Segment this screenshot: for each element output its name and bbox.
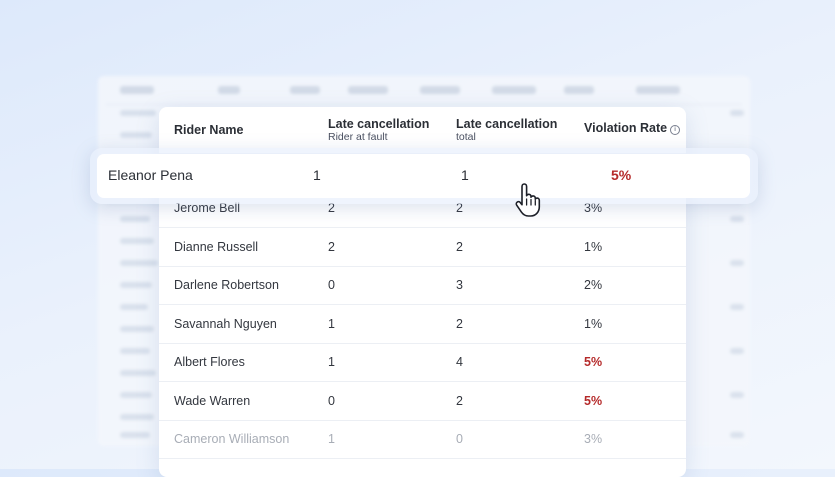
- bg-header-placeholder: [492, 86, 536, 94]
- header-violation-rate-label: Violation Rate: [584, 121, 668, 135]
- table-row[interactable]: Albert Flores 1 4 5%: [159, 343, 686, 382]
- header-violation-rate[interactable]: Violation Rate i: [584, 121, 681, 135]
- bg-header-placeholder: [420, 86, 460, 94]
- bg-cell-placeholder: [120, 132, 152, 138]
- late-total-cell: 3: [456, 278, 463, 292]
- header-late-fault-sub: Rider at fault: [328, 131, 388, 143]
- table-header: Rider Name Late cancellation Rider at fa…: [159, 107, 686, 154]
- bg-cell-placeholder: [120, 216, 150, 222]
- late-fault-cell: 1: [328, 355, 335, 369]
- bg-cell-placeholder: [120, 260, 158, 266]
- rider-name-cell: Savannah Nguyen: [174, 317, 277, 331]
- bg-cell-placeholder: [120, 304, 148, 310]
- late-fault-cell: 0: [328, 394, 335, 408]
- violation-rate-cell: 2%: [584, 278, 603, 292]
- hand-pointer-icon: [515, 183, 541, 217]
- late-total-cell: 1: [461, 167, 469, 183]
- rider-name-cell: Dianne Russell: [174, 240, 259, 254]
- late-total-cell: 2: [456, 317, 463, 331]
- highlighted-table-row[interactable]: Eleanor Pena 1 1 5%: [97, 154, 750, 198]
- header-late-total-sub: total: [456, 131, 476, 143]
- violation-rate-cell: 5%: [584, 394, 603, 408]
- rider-name-cell: Wade Warren: [174, 394, 251, 408]
- late-total-cell: 2: [456, 394, 463, 408]
- late-fault-cell: 1: [328, 432, 335, 446]
- bg-cell-placeholder: [120, 432, 150, 438]
- rider-name-cell: Cameron Williamson: [174, 432, 290, 446]
- table-row[interactable]: Wade Warren 0 2 5%: [159, 382, 686, 421]
- header-late-fault-title: Late cancellation: [328, 117, 430, 131]
- bg-cell-placeholder: [120, 110, 156, 116]
- header-late-total-title: Late cancellation: [456, 117, 558, 131]
- bg-cell-placeholder: [730, 432, 744, 438]
- violation-rate-cell: 3%: [584, 432, 603, 446]
- table-row[interactable]: Dianne Russell 2 2 1%: [159, 228, 686, 267]
- bg-cell-placeholder: [120, 392, 152, 398]
- bg-cell-placeholder: [120, 238, 154, 244]
- late-fault-cell: 1: [328, 317, 335, 331]
- bg-cell-placeholder: [730, 348, 744, 354]
- late-total-cell: 4: [456, 355, 463, 369]
- late-fault-cell: 1: [313, 167, 321, 183]
- late-total-cell: 2: [456, 240, 463, 254]
- bg-cell-placeholder: [730, 260, 744, 266]
- bg-header-placeholder: [564, 86, 594, 94]
- table-row[interactable]: Darlene Robertson 0 3 2%: [159, 266, 686, 305]
- header-late-cancellation-total[interactable]: Late cancellation total: [456, 117, 557, 143]
- table-row[interactable]: Cameron Williamson 1 0 3%: [159, 420, 686, 459]
- bg-cell-placeholder: [730, 216, 744, 222]
- bg-cell-placeholder: [120, 414, 154, 420]
- violation-rate-cell: 5%: [584, 355, 603, 369]
- late-fault-cell: 0: [328, 278, 335, 292]
- bg-cell-placeholder: [730, 392, 744, 398]
- bg-header-placeholder: [218, 86, 240, 94]
- late-total-cell: 0: [456, 432, 463, 446]
- bg-header-placeholder: [290, 86, 320, 94]
- bg-header-placeholder: [348, 86, 388, 94]
- late-fault-cell: 2: [328, 240, 335, 254]
- bg-cell-placeholder: [730, 304, 744, 310]
- rider-name-cell: Eleanor Pena: [108, 167, 193, 183]
- bg-cell-placeholder: [120, 348, 150, 354]
- bg-cell-placeholder: [730, 110, 744, 116]
- violation-rate-cell: 5%: [611, 167, 632, 183]
- bg-cell-placeholder: [120, 282, 152, 288]
- bg-header-placeholder: [120, 86, 154, 94]
- table-row[interactable]: Savannah Nguyen 1 2 1%: [159, 305, 686, 344]
- info-icon[interactable]: i: [670, 125, 681, 135]
- rider-name-cell: Albert Flores: [174, 355, 245, 369]
- violation-rate-cell: 1%: [584, 240, 603, 254]
- bg-header-placeholder: [636, 86, 680, 94]
- bg-cell-placeholder: [120, 370, 156, 376]
- violation-rate-cell: 1%: [584, 317, 603, 331]
- rider-name-cell: Darlene Robertson: [174, 278, 279, 292]
- header-rider-name[interactable]: Rider Name: [174, 123, 243, 137]
- header-late-cancellation-fault[interactable]: Late cancellation Rider at fault: [328, 117, 429, 143]
- bg-cell-placeholder: [120, 326, 154, 332]
- highlighted-row-container: Eleanor Pena 1 1 5%: [90, 148, 758, 204]
- bg-divider: [106, 104, 742, 105]
